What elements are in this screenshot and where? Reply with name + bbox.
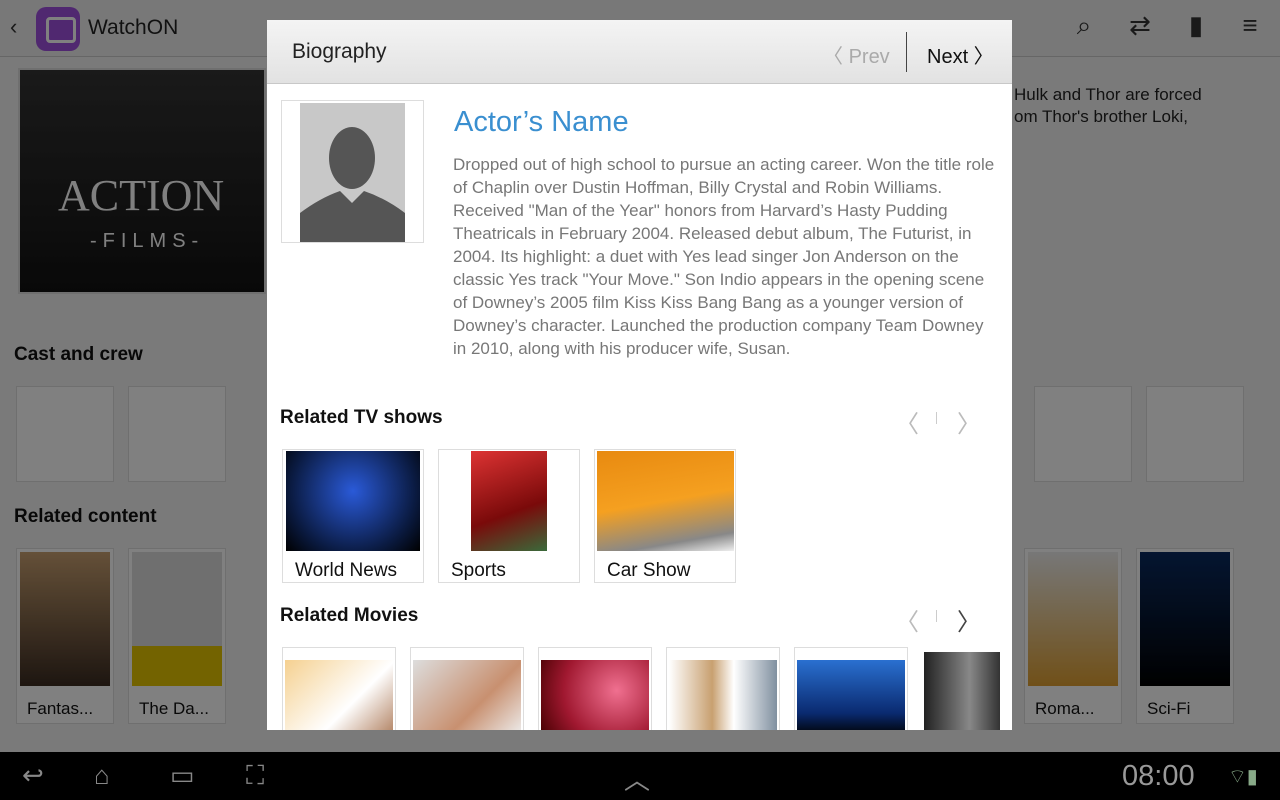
movie-card[interactable] [410, 647, 524, 730]
divider [906, 32, 907, 72]
chevron-right-icon[interactable]: 〉 [957, 404, 981, 439]
related-card[interactable]: Roma... [1024, 548, 1122, 724]
divider [936, 412, 937, 424]
biography-text: Dropped out of high school to pursue an … [453, 155, 995, 358]
poster-subtext: -FILMS- [90, 230, 205, 252]
cast-card[interactable] [1146, 386, 1244, 482]
prev-button[interactable]: 〈 Prev [823, 40, 890, 69]
menu-icon[interactable]: ≡ [1232, 10, 1268, 46]
movie-card[interactable] [794, 647, 908, 730]
related-card[interactable]: The Da... [128, 548, 226, 724]
cast-card[interactable] [16, 386, 114, 482]
system-nav-bar: ↩ ⌂ ▭ ⛶ ︿ 08:00 ⌔▮ [0, 752, 1280, 800]
back-nav-icon[interactable]: ↩ [22, 760, 44, 791]
recent-apps-icon[interactable]: ▭ [170, 760, 195, 791]
tv-show-label: Sports [451, 560, 506, 581]
tv-show-card[interactable]: Car Show [594, 449, 736, 583]
watchon-logo [36, 7, 80, 51]
related-card[interactable]: Fantas... [16, 548, 114, 724]
chevron-right-icon[interactable]: 〉 [957, 602, 981, 637]
movie-card[interactable] [922, 647, 1002, 730]
biography-dialog: Biography 〈 Prev Next 〉 Actor’s Name Dro… [267, 20, 1012, 730]
divider [936, 610, 937, 622]
hero-poster[interactable]: ACTION -FILMS- [18, 68, 266, 294]
screenshot-icon[interactable]: ⛶ [246, 760, 264, 792]
prev-label: Prev [848, 46, 890, 68]
wifi-battery-icon: ⌔▮ [1228, 766, 1258, 788]
clock: 08:00 [1122, 760, 1195, 792]
cast-card[interactable] [128, 386, 226, 482]
movie-card[interactable] [282, 647, 396, 730]
related-tv-title: Related TV shows [280, 407, 443, 428]
movie-card[interactable] [666, 647, 780, 730]
related-label: Sci-Fi [1147, 699, 1191, 718]
related-card[interactable]: Sci-Fi [1136, 548, 1234, 724]
actor-name: Actor’s Name [454, 106, 629, 138]
related-label: The Da... [139, 699, 209, 718]
chevron-right-icon: 〉 [968, 46, 994, 68]
poster-text: ACTION [58, 171, 225, 220]
tv-show-card[interactable]: World News [282, 449, 424, 583]
related-label: Fantas... [27, 699, 94, 718]
back-icon[interactable]: ‹ [10, 14, 17, 40]
related-movies-title: Related Movies [280, 605, 419, 626]
chevron-up-icon[interactable]: ︿ [624, 760, 650, 797]
next-label: Next [927, 46, 969, 68]
search-icon[interactable]: ⌕ [1066, 10, 1102, 46]
person-placeholder-icon [300, 103, 405, 242]
cast-card[interactable] [1034, 386, 1132, 482]
description: Hulk and Thor are forced om Thor's broth… [1014, 84, 1202, 128]
dialog-header: Biography 〈 Prev Next 〉 [267, 20, 1012, 84]
chevron-left-icon: 〈 [823, 46, 849, 68]
cast-section-title: Cast and crew [14, 344, 143, 365]
dialog-title: Biography [292, 40, 387, 63]
remote-icon[interactable]: ▮ [1178, 10, 1214, 46]
next-button[interactable]: Next 〉 [927, 40, 994, 69]
app-title: WatchON [88, 16, 179, 39]
related-label: Roma... [1035, 699, 1095, 718]
chevron-left-icon[interactable]: 〈 [895, 602, 919, 637]
description-line: om Thor's brother Loki, [1014, 107, 1188, 126]
actor-photo [281, 100, 424, 243]
chevron-left-icon[interactable]: 〈 [895, 404, 919, 439]
tv-show-card[interactable]: Sports [438, 449, 580, 583]
home-icon[interactable]: ⌂ [94, 760, 110, 791]
tv-show-label: Car Show [607, 560, 691, 581]
tv-switch-icon[interactable]: ⇄ [1122, 10, 1158, 46]
movie-card[interactable] [538, 647, 652, 730]
description-line: Hulk and Thor are forced [1014, 85, 1202, 104]
related-section-title: Related content [14, 506, 157, 527]
tv-show-label: World News [295, 560, 398, 581]
